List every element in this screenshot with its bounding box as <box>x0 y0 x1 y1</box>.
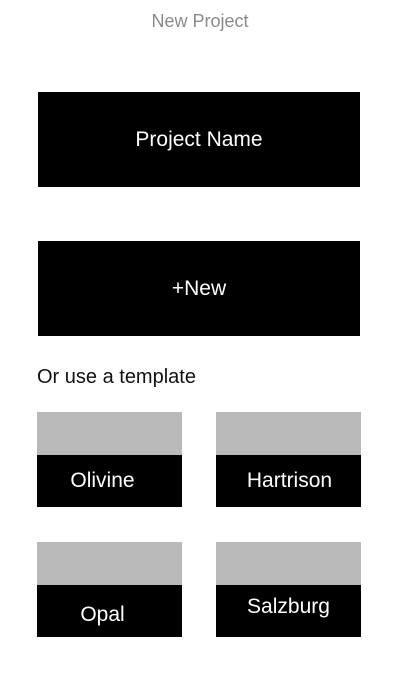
template-thumbnail <box>216 542 361 585</box>
template-card-salzburg[interactable]: Salzburg <box>216 542 361 637</box>
template-section-label: Or use a template <box>37 366 196 388</box>
project-name-label: Project Name <box>135 127 263 151</box>
template-card-opal[interactable]: Opal <box>37 542 182 637</box>
template-thumbnail <box>216 412 361 455</box>
template-thumbnail <box>37 412 182 455</box>
project-name-button[interactable]: Project Name <box>38 92 360 187</box>
template-label-text: Salzburg <box>247 595 330 618</box>
template-label: Salzburg <box>216 585 361 637</box>
template-label-text: Hartrison <box>246 469 333 492</box>
template-thumbnail <box>37 542 182 585</box>
page-title: New Project <box>151 11 249 31</box>
template-card-olivine[interactable]: Olivine <box>37 412 182 507</box>
new-project-label: +New <box>171 276 227 300</box>
template-card-hartrison[interactable]: Hartrison <box>216 412 361 507</box>
template-label: Olivine <box>37 455 182 507</box>
template-label-text: Opal <box>80 603 125 626</box>
template-label: Hartrison <box>216 455 361 507</box>
template-label-text: Olivine <box>70 469 135 492</box>
new-project-button[interactable]: +New <box>38 241 360 336</box>
template-label: Opal <box>37 585 182 637</box>
